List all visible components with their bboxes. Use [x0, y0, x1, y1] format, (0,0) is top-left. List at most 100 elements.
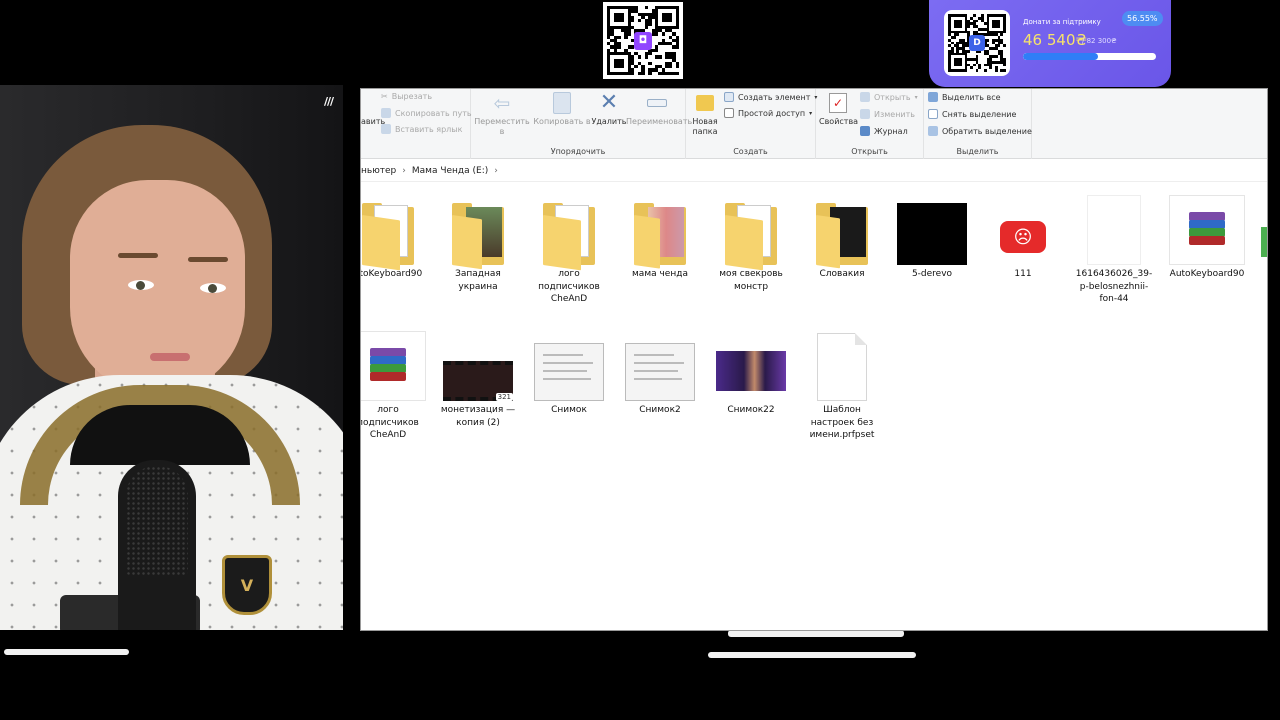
image-thumbnail	[1087, 195, 1141, 265]
twitch-qr-code: ◘	[603, 2, 683, 79]
history-button[interactable]: Журнал	[860, 126, 908, 136]
stream-scene: ◘ D Донати за підтримку 46 540₴ / 82 300…	[0, 0, 1280, 720]
list-item[interactable]: 1616436026_39-p-belosnezhnii-fon-44	[1072, 195, 1156, 306]
history-icon	[860, 126, 870, 136]
document-icon	[817, 333, 867, 401]
list-item[interactable]: лого подписчиков CheAnD	[361, 331, 430, 442]
paste-shortcut-button[interactable]: Вставить ярлык	[381, 124, 462, 134]
ribbon-group-clipboard: авить ✂ Вырезать Скопировать путь Встави…	[361, 89, 472, 159]
properties-button[interactable]: ✓ Свойства	[819, 91, 858, 127]
list-item[interactable]: Западная украина	[436, 195, 520, 293]
folder-icon	[816, 203, 868, 269]
open-group-title: Открыть	[851, 147, 888, 156]
cut-button[interactable]: ✂ Вырезать	[381, 92, 432, 101]
new-item-button[interactable]: Создать элемент ▾	[724, 92, 817, 102]
copy-to-button[interactable]: Копировать в	[533, 91, 591, 127]
create-group-title: Создать	[733, 147, 768, 156]
donation-amount: 46 540₴	[1023, 31, 1088, 49]
ribbon-group-open: ✓ Свойства Открыть ▾ Изменить Журнал Отк…	[816, 89, 924, 159]
open-button[interactable]: Открыть ▾	[860, 92, 918, 102]
youtube-error-icon: ☹	[988, 217, 1058, 257]
dropdown-arrow-icon: ▾	[914, 93, 918, 101]
folder-icon	[543, 203, 595, 271]
image-thumbnail	[897, 203, 967, 265]
video-length-badge: 321	[495, 393, 513, 401]
list-item[interactable]: ☹ 111	[981, 195, 1065, 281]
lv-badge-icon: V	[222, 555, 272, 615]
list-item[interactable]: 5-derevo	[890, 195, 974, 281]
dropdown-arrow-icon: ▾	[809, 109, 813, 117]
easy-access-button[interactable]: Простой доступ ▾	[724, 108, 812, 118]
chevron-right-icon[interactable]: ›	[494, 166, 498, 176]
streamer-mouth	[150, 353, 190, 361]
webcam-mark: ///	[323, 95, 334, 108]
list-item[interactable]: лого подписчиков CheAnD	[527, 195, 611, 306]
donation-qr-code: D	[944, 10, 1010, 76]
screenshot-thumbnail	[716, 351, 786, 391]
list-item[interactable]: моя свекровь монстр	[709, 195, 793, 293]
folder-icon	[725, 203, 777, 271]
list-item[interactable]: мама ченда	[618, 195, 702, 281]
frame-glow-notch	[728, 630, 904, 637]
right-eye	[200, 283, 226, 293]
donation-percent-badge: 56.55%	[1122, 11, 1163, 26]
scissors-icon: ✂	[381, 92, 388, 101]
breadcrumb-item-computer[interactable]: ньютер ›	[361, 166, 412, 176]
list-item[interactable]: utoKeyboard90	[361, 195, 430, 281]
ribbon-group-organize: ⇦ Переместить в Копировать в ✕ Удалить П…	[471, 89, 692, 159]
winrar-icon	[370, 348, 406, 382]
organize-group-title: Упорядочить	[550, 147, 606, 156]
folder-icon	[362, 203, 414, 271]
folder-icon	[452, 203, 504, 270]
list-item[interactable]: 321 монетизация — копия (2)	[436, 331, 520, 429]
ribbon-toolbar: авить ✂ Вырезать Скопировать путь Встави…	[361, 89, 1267, 159]
donation-progress-fill	[1023, 53, 1099, 60]
invert-selection-button[interactable]: Обратить выделение	[928, 126, 1032, 136]
donation-widget: D Донати за підтримку 46 540₴ / 82 300₴ …	[929, 0, 1171, 87]
select-group-title: Выделить	[956, 147, 999, 156]
properties-check-icon: ✓	[827, 91, 849, 115]
rename-button[interactable]: Переименовать	[626, 91, 692, 127]
copy-path-icon	[381, 108, 391, 118]
chevron-right-icon[interactable]: ›	[402, 166, 406, 176]
winrar-icon	[1189, 212, 1225, 246]
donation-goal: / 82 300₴	[1082, 37, 1117, 45]
invert-selection-icon	[928, 126, 938, 136]
twitch-icon: ◘	[634, 31, 652, 50]
easy-access-icon	[724, 108, 734, 118]
new-folder-icon	[694, 91, 716, 115]
edit-icon	[860, 109, 870, 119]
move-to-button[interactable]: ⇦ Переместить в	[473, 91, 531, 137]
select-all-button[interactable]: Выделить все	[928, 92, 1001, 102]
black-collar	[70, 405, 250, 465]
ribbon-group-select: Выделить все Снять выделение Обратить вы…	[924, 89, 1032, 159]
left-brow	[118, 253, 158, 258]
partial-next-item	[1261, 227, 1267, 257]
list-item[interactable]: Снимок	[527, 331, 611, 417]
delete-x-icon: ✕	[599, 90, 619, 115]
microphone-icon	[118, 460, 196, 630]
move-arrow-icon: ⇦	[493, 91, 511, 115]
list-item[interactable]: AutoKeyboard90	[1165, 195, 1249, 281]
copy-pages-icon	[551, 91, 573, 115]
select-all-icon	[928, 92, 938, 102]
new-folder-button[interactable]: Новая папка	[688, 91, 722, 137]
list-item[interactable]: Снимок22	[709, 331, 793, 417]
donation-title: Донати за підтримку	[1023, 18, 1101, 26]
edit-button[interactable]: Изменить	[860, 109, 915, 119]
donation-progress-bar	[1023, 53, 1156, 60]
copy-path-button[interactable]: Скопировать путь	[381, 108, 472, 118]
webcam-feed: /// V	[0, 85, 343, 630]
list-item[interactable]: Словакия	[800, 195, 884, 281]
select-none-icon	[928, 109, 938, 119]
file-explorer-window: авить ✂ Вырезать Скопировать путь Встави…	[360, 88, 1268, 631]
breadcrumb: ньютер › Мама Ченда (E:) ›	[361, 160, 1267, 182]
breadcrumb-item-drive[interactable]: Мама Ченда (E:) ›	[412, 166, 504, 176]
screenshot-thumbnail	[625, 343, 695, 401]
donatello-icon: D	[969, 35, 985, 51]
select-none-button[interactable]: Снять выделение	[928, 109, 1016, 119]
delete-button[interactable]: ✕ Удалить	[589, 91, 629, 127]
list-item[interactable]: Снимок2	[618, 331, 702, 417]
folder-icon	[634, 203, 686, 269]
list-item[interactable]: Шаблон настроек без имени.prfpset	[800, 331, 884, 442]
